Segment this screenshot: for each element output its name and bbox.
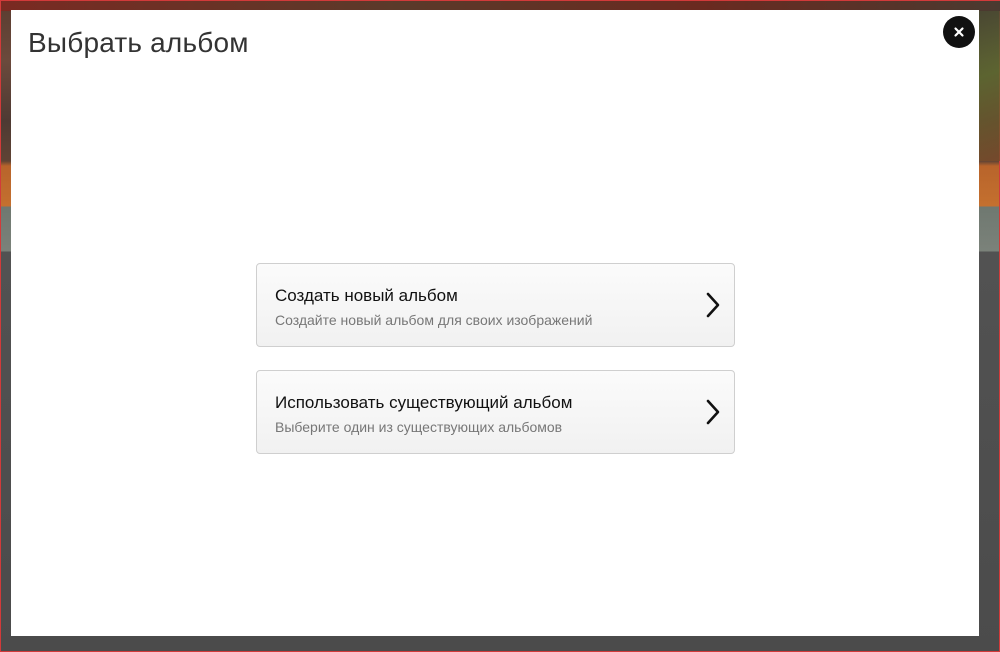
close-button[interactable] — [943, 16, 975, 48]
use-existing-album-subtitle: Выберите один из существующих альбомов — [275, 419, 563, 435]
create-new-album-option[interactable]: Создать новый альбом Создайте новый альб… — [256, 263, 735, 347]
create-new-album-subtitle: Создайте новый альбом для своих изображе… — [275, 312, 593, 328]
dialog-title: Выбрать альбом — [28, 27, 249, 58]
use-existing-album-option[interactable]: Использовать существующий альбом Выберит… — [256, 370, 735, 454]
use-existing-album-title: Использовать существующий альбом — [275, 393, 573, 412]
create-new-album-title: Создать новый альбом — [275, 286, 458, 305]
chevron-right-icon — [704, 398, 722, 426]
close-icon — [953, 26, 965, 38]
chevron-right-icon — [704, 291, 722, 319]
choose-album-dialog: Выбрать альбом Создать новый альбом Созд… — [11, 10, 979, 636]
